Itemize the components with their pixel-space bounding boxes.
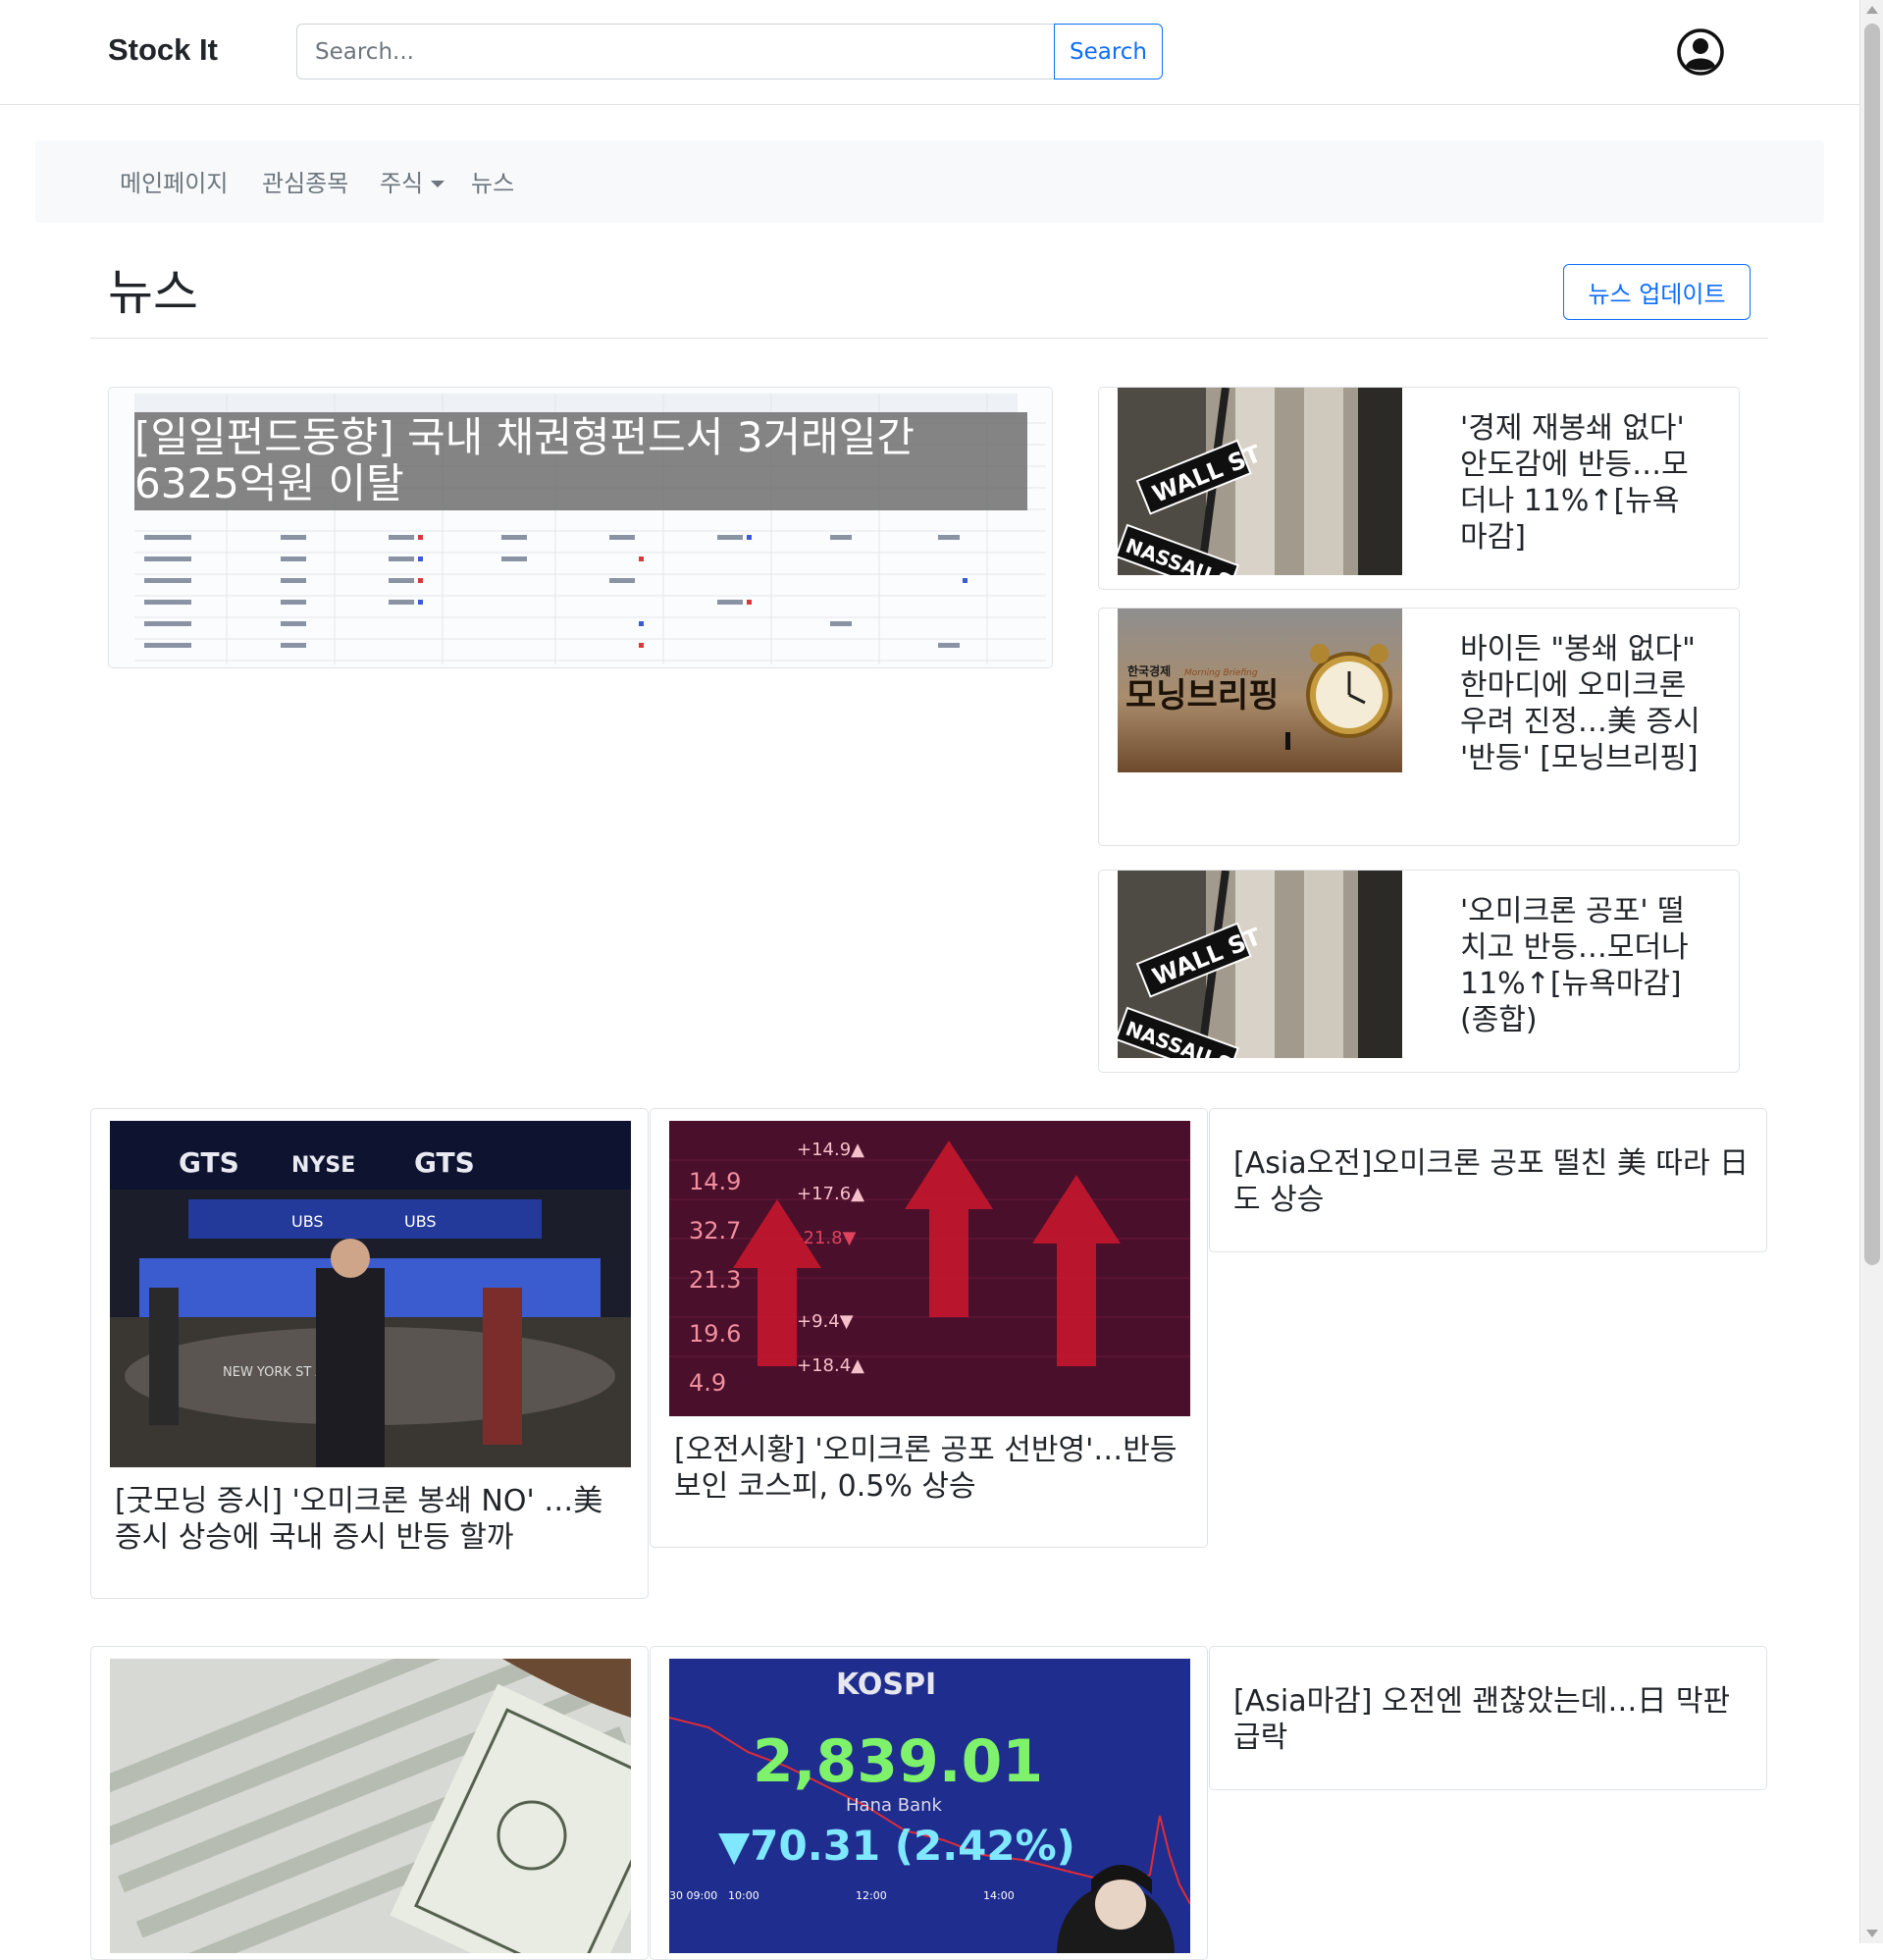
market-number: 21.3 (689, 1266, 741, 1294)
ubs-text: UBS (404, 1212, 437, 1231)
featured-news-title[interactable]: [일일펀드동향] 국내 채권형펀드서 3거래일간 6325억원 이탈 (134, 412, 1027, 510)
grid-news-card[interactable]: 14.9 32.7 21.3 19.6 4.9 +14.9▲ +17.6▲ -2… (650, 1108, 1208, 1548)
scroll-up-icon[interactable] (1866, 6, 1878, 14)
gts-text: GTS (179, 1146, 239, 1179)
market-number: +18.4▲ (797, 1355, 864, 1376)
grid-news-card[interactable]: [Asia오전]오미크론 공포 떨친 美 따라 日도 상승 (1209, 1108, 1767, 1252)
market-number: 14.9 (689, 1168, 741, 1195)
side-news-card[interactable]: WALL ST NASSAU ST '경제 재봉쇄 없다' 안도감에 반등…모더… (1098, 387, 1740, 590)
kospi-time-text: 12:00 (856, 1889, 887, 1902)
side-news-title[interactable]: 바이든 "봉쇄 없다" 한마디에 오미크론 우려 진정…美 증시 '반등' [모… (1460, 631, 1705, 776)
market-number: +17.6▲ (797, 1184, 864, 1204)
page-scrollbar[interactable] (1859, 0, 1883, 1943)
user-account-icon[interactable] (1676, 27, 1725, 77)
kospi-board-image: KOSPI 2,839.01 Hana Bank ▼70.31 (2.42%) … (669, 1659, 1190, 1953)
search-input[interactable] (296, 24, 1054, 79)
market-number: +9.4▼ (797, 1311, 854, 1332)
grid-news-title[interactable]: [Asia오전]오미크론 공포 떨친 美 따라 日도 상승 (1233, 1145, 1753, 1218)
market-number: 19.6 (689, 1320, 741, 1348)
gts-text: GTS (414, 1146, 475, 1179)
nav-item-stocks-label: 주식 (380, 170, 424, 197)
title-divider (90, 338, 1768, 339)
ubs-text: UBS (291, 1212, 324, 1231)
grid-news-title[interactable]: [Asia마감] 오전엔 괜찮았는데…日 막판 급락 (1233, 1683, 1753, 1756)
side-news-card[interactable]: WALL ST NASSAU ST '오미크론 공포' 떨치고 반등…모더나 1… (1098, 870, 1740, 1073)
morning-title-text: 모닝브리핑 (1125, 676, 1279, 715)
scroll-down-icon[interactable] (1866, 1930, 1878, 1937)
kospi-value-text: 2,839.01 (753, 1727, 1043, 1796)
nav-item-news[interactable]: 뉴스 (471, 164, 514, 198)
nav-item-stocks[interactable]: 주식 (380, 164, 445, 198)
dollar-bills-image (110, 1659, 631, 1953)
grid-news-card[interactable]: GTS NYSE GTS UBS UBS NEW YORK ST ANGE [굿… (90, 1108, 649, 1599)
kospi-time-text: 14:00 (983, 1889, 1015, 1902)
grid-news-title[interactable]: [굿모닝 증시] '오미크론 봉쇄 NO' …美 증시 상승에 국내 증시 반등… (115, 1483, 630, 1556)
grid-news-card[interactable] (90, 1646, 649, 1960)
side-news-card[interactable]: 한국경제 Morning Briefing 모닝브리핑 바이든 "봉쇄 없다" … (1098, 608, 1740, 846)
market-number: 4.9 (689, 1369, 726, 1397)
grid-news-title[interactable]: [오전시황] '오미크론 공포 선반영'…반등 보인 코스피, 0.5% 상승 (674, 1432, 1189, 1505)
morning-briefing-image: 한국경제 Morning Briefing 모닝브리핑 (1118, 609, 1402, 772)
page-title: 뉴스 (108, 264, 198, 321)
wall-street-sign-image: WALL ST NASSAU ST (1118, 388, 1402, 575)
kospi-bank-text: Hana Bank (846, 1795, 943, 1816)
market-number: 32.7 (689, 1217, 741, 1245)
side-news-title[interactable]: '오미크론 공포' 떨치고 반등…모더나 11%↑[뉴욕마감](종합) (1460, 893, 1705, 1038)
side-news-title[interactable]: '경제 재봉쇄 없다' 안도감에 반등…모더나 11%↑[뉴욕마감] (1460, 410, 1705, 556)
main-navbar: 메인페이지 관심종목 주식 뉴스 (35, 140, 1824, 223)
kospi-change-text: ▼70.31 (2.42%) (718, 1822, 1075, 1870)
market-number: +14.9▲ (797, 1139, 864, 1160)
brand-logo[interactable]: Stock It (108, 32, 218, 68)
grid-news-card[interactable]: [Asia마감] 오전엔 괜찮았는데…日 막판 급락 (1209, 1646, 1767, 1790)
chevron-down-icon (431, 181, 445, 187)
kospi-label-text: KOSPI (836, 1668, 936, 1702)
nav-item-watchlist[interactable]: 관심종목 (262, 164, 348, 198)
search-button[interactable]: Search (1054, 24, 1163, 79)
nyse-floor-image: GTS NYSE GTS UBS UBS NEW YORK ST ANGE (110, 1121, 631, 1467)
featured-news-card[interactable]: [일일펀드동향] 국내 채권형펀드서 3거래일간 6325억원 이탈 (108, 387, 1053, 668)
market-data-image: 14.9 32.7 21.3 19.6 4.9 +14.9▲ +17.6▲ -2… (669, 1121, 1190, 1416)
kospi-time-text: 30 09:00 (669, 1889, 717, 1902)
search-form: Search (296, 24, 1163, 79)
kospi-time-text: 10:00 (728, 1889, 759, 1902)
nav-item-main[interactable]: 메인페이지 (120, 164, 228, 198)
scroll-thumb[interactable] (1864, 24, 1880, 1265)
news-update-button[interactable]: 뉴스 업데이트 (1563, 264, 1751, 320)
wall-street-sign-image: WALL ST NASSAU ST (1118, 871, 1402, 1058)
grid-news-card[interactable]: KOSPI 2,839.01 Hana Bank ▼70.31 (2.42%) … (650, 1646, 1208, 1960)
nyse-text: NYSE (291, 1153, 355, 1178)
top-header: Stock It Search (0, 0, 1859, 105)
